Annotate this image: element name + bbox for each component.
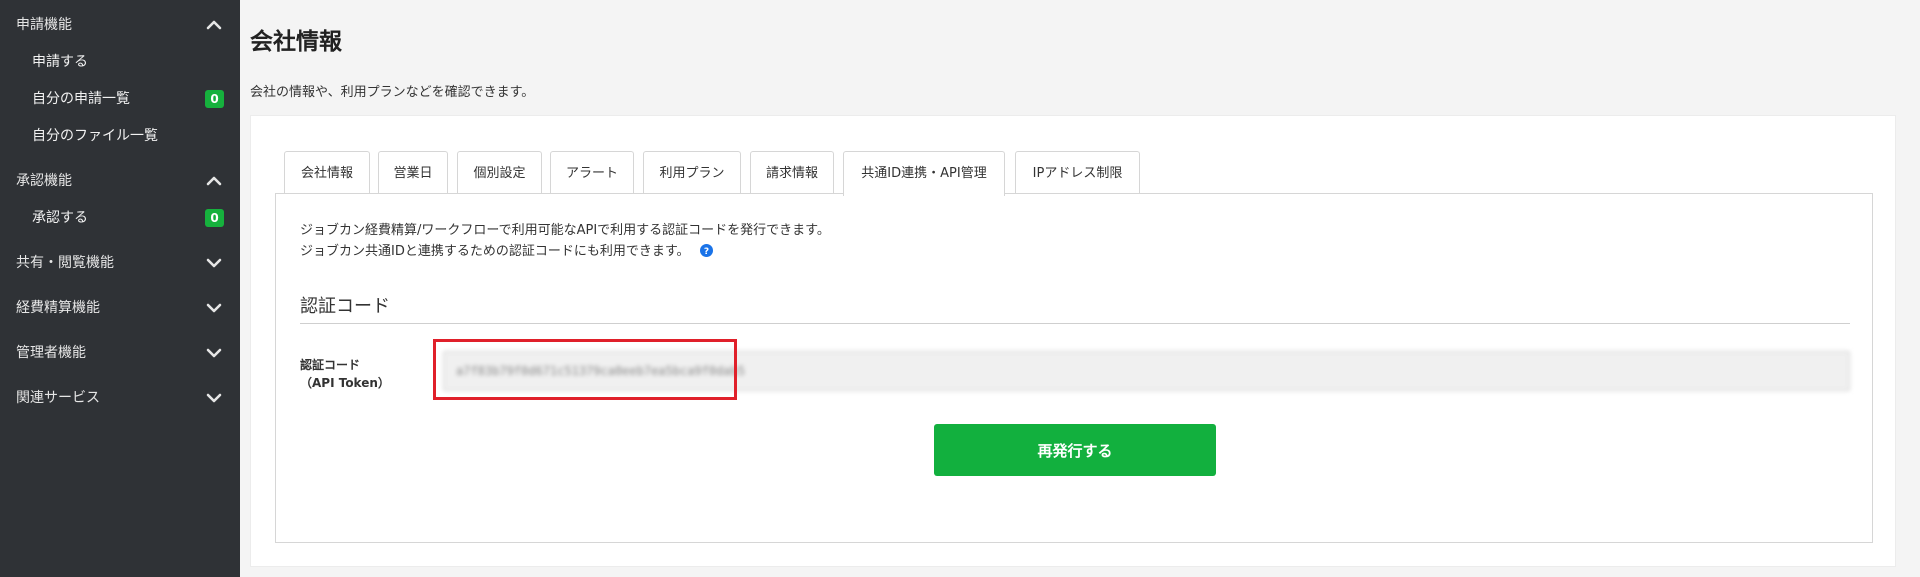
tab-company-info[interactable]: 会社情報 bbox=[284, 151, 370, 195]
sidebar: 申請機能 申請する 自分の申請一覧 0 自分のファイル一覧 承認機能 承認する … bbox=[0, 0, 240, 577]
page-description: 会社の情報や、利用プランなどを確認できます。 bbox=[250, 85, 535, 100]
sidebar-group-admin[interactable]: 管理者機能 bbox=[16, 341, 224, 365]
section-divider bbox=[300, 323, 1850, 324]
count-badge: 0 bbox=[205, 209, 224, 227]
sidebar-group-label: 関連サービス bbox=[16, 390, 100, 406]
tab-individual-settings[interactable]: 個別設定 bbox=[457, 151, 542, 195]
tab-billing[interactable]: 請求情報 bbox=[750, 151, 834, 195]
sidebar-group-expense[interactable]: 経費精算機能 bbox=[16, 296, 224, 320]
chevron-up-icon bbox=[204, 15, 224, 35]
chevron-down-icon bbox=[204, 343, 224, 363]
tab-plan[interactable]: 利用プラン bbox=[643, 151, 741, 195]
content-card: 会社情報 営業日 個別設定 アラート 利用プラン 請求情報 共通ID連携・API… bbox=[250, 115, 1896, 567]
section-title-auth-code: 認証コード bbox=[300, 296, 390, 317]
sidebar-item-approve[interactable]: 承認する 0 bbox=[32, 206, 224, 230]
sidebar-item-label: 申請する bbox=[32, 54, 88, 70]
field-label-main: 認証コード bbox=[300, 358, 361, 372]
sidebar-group-related-services[interactable]: 関連サービス bbox=[16, 386, 224, 410]
tab-panel: ジョブカン経費精算/ワークフローで利用可能なAPIで利用する認証コードを発行でき… bbox=[275, 193, 1873, 543]
sidebar-item-my-files[interactable]: 自分のファイル一覧 bbox=[32, 124, 224, 148]
sidebar-group-label: 管理者機能 bbox=[16, 345, 86, 361]
sidebar-group-approval[interactable]: 承認機能 bbox=[16, 169, 224, 193]
sidebar-group-label: 経費精算機能 bbox=[16, 300, 100, 316]
page-title: 会社情報 bbox=[250, 29, 342, 55]
svg-text:?: ? bbox=[704, 247, 709, 257]
tab-alerts[interactable]: アラート bbox=[550, 151, 634, 195]
info-text-common-id: ジョブカン共通IDと連携するための認証コードにも利用できます。 ? bbox=[300, 240, 713, 259]
info-text-common-id-label: ジョブカン共通IDと連携するための認証コードにも利用できます。 bbox=[300, 244, 690, 259]
sidebar-group-label: 共有・閲覧機能 bbox=[16, 255, 114, 271]
chevron-down-icon bbox=[204, 253, 224, 273]
reissue-button[interactable]: 再発行する bbox=[934, 424, 1216, 476]
tab-common-id-api[interactable]: 共通ID連携・API管理 bbox=[843, 151, 1005, 196]
chevron-down-icon bbox=[204, 298, 224, 318]
field-label-sub: （API Token） bbox=[300, 376, 390, 390]
sidebar-group-sharing[interactable]: 共有・閲覧機能 bbox=[16, 251, 224, 275]
help-circle-icon[interactable]: ? bbox=[699, 244, 713, 257]
sidebar-item-label: 承認する bbox=[32, 210, 88, 226]
sidebar-item-label: 自分の申請一覧 bbox=[32, 91, 130, 107]
tab-business-days[interactable]: 営業日 bbox=[378, 151, 448, 195]
tab-ip-restriction[interactable]: IPアドレス制限 bbox=[1015, 151, 1140, 195]
sidebar-group-application[interactable]: 申請機能 bbox=[16, 13, 224, 37]
sidebar-group-label: 承認機能 bbox=[16, 173, 72, 189]
chevron-down-icon bbox=[204, 388, 224, 408]
api-token-field[interactable]: a7f83b79f0d671c51379ca0eeb7ea5bca9f0dab5 bbox=[443, 351, 1850, 391]
chevron-up-icon bbox=[204, 171, 224, 191]
auth-code-field-label: 認証コード （API Token） bbox=[300, 356, 390, 392]
info-text-api: ジョブカン経費精算/ワークフローで利用可能なAPIで利用する認証コードを発行でき… bbox=[300, 223, 830, 238]
sidebar-item-apply[interactable]: 申請する bbox=[32, 50, 224, 74]
sidebar-item-my-applications[interactable]: 自分の申請一覧 0 bbox=[32, 87, 224, 111]
sidebar-item-label: 自分のファイル一覧 bbox=[32, 128, 158, 144]
sidebar-group-label: 申請機能 bbox=[16, 17, 72, 33]
count-badge: 0 bbox=[205, 90, 224, 108]
